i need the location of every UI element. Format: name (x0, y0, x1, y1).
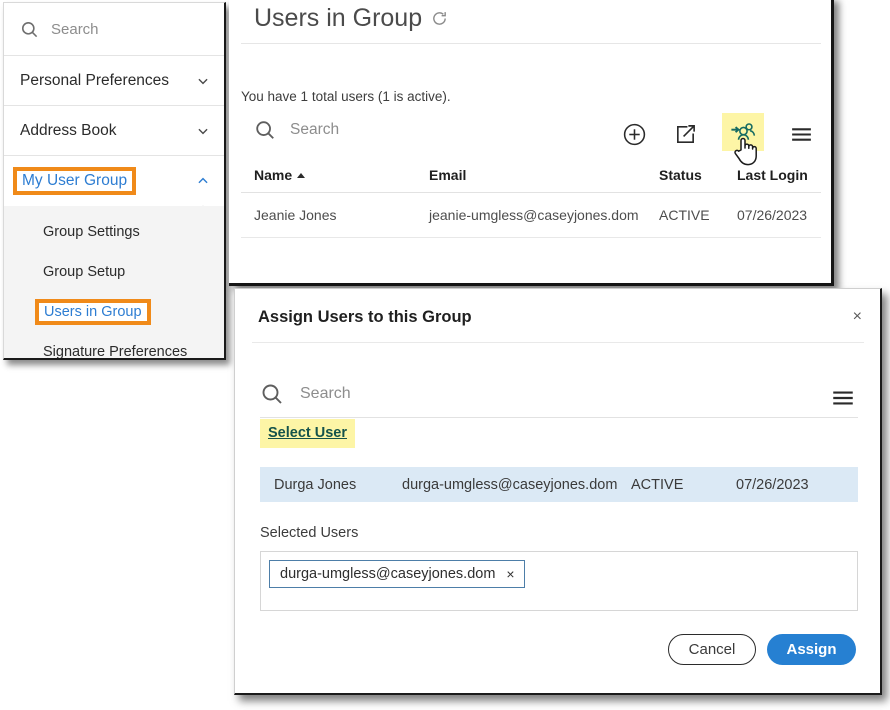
chip-label: durga-umgless@caseyjones.dom (280, 566, 496, 582)
dialog-title-divider (252, 342, 864, 343)
sidebar-search-placeholder: Search (51, 20, 99, 38)
users-count-summary: You have 1 total users (1 is active). (241, 89, 451, 104)
refresh-icon[interactable] (431, 10, 448, 27)
cell-last-login: 07/26/2023 (737, 192, 821, 238)
table-menu-button[interactable] (787, 120, 815, 148)
sidebar-subnav: Group Settings Group Setup Users in Grou… (4, 206, 224, 360)
table-search[interactable]: Search (254, 119, 339, 141)
sidebar-item-group-setup[interactable]: Group Setup (4, 252, 224, 292)
cell-email: jeanie-umgless@caseyjones.dom (429, 192, 659, 238)
dialog-search-divider (260, 417, 858, 418)
sidebar-search[interactable]: Search (4, 3, 224, 56)
sidebar-subitem-label: Group Settings (43, 224, 140, 240)
search-icon (256, 121, 274, 139)
table-search-placeholder: Search (290, 121, 340, 138)
page-title: Users in Group (254, 4, 448, 33)
cancel-button[interactable]: Cancel (668, 634, 756, 665)
cell-email: durga-umgless@caseyjones.dom (402, 476, 618, 493)
select-user-link[interactable]: Select User (260, 419, 355, 448)
sort-ascending-icon (297, 173, 306, 178)
chevron-down-icon (198, 128, 208, 134)
chevron-up-icon (198, 177, 208, 184)
dialog-search[interactable]: Search (260, 382, 351, 406)
sidebar-item-label: Personal Preferences (20, 71, 170, 89)
selected-user-chip[interactable]: durga-umgless@caseyjones.dom × (269, 560, 525, 588)
highlight-box-users-in-group: Users in Group (35, 298, 151, 326)
cell-name: Jeanie Jones (241, 192, 429, 238)
cell-last-login: 07/26/2023 (736, 476, 809, 493)
sidebar-item-signature-preferences[interactable]: Signature Preferences (4, 332, 224, 360)
sidebar-item-users-in-group[interactable]: Users in Group (4, 292, 224, 332)
assign-users-button[interactable] (722, 113, 764, 166)
dialog-search-placeholder: Search (300, 385, 351, 402)
close-icon[interactable]: × (853, 309, 862, 325)
selected-users-label: Selected Users (260, 525, 359, 541)
users-table: Name Email Status Last Login Jeanie Jone… (241, 158, 821, 238)
column-header-name[interactable]: Name (241, 158, 429, 193)
sidebar-item-address-book[interactable]: Address Book (4, 106, 224, 156)
export-icon (676, 124, 695, 143)
chevron-down-icon (198, 78, 208, 84)
column-header-last-login[interactable]: Last Login (737, 158, 821, 193)
dialog-result-row[interactable]: Durga Jones durga-umgless@caseyjones.dom… (260, 467, 858, 502)
add-icon (623, 123, 645, 145)
cell-status: ACTIVE (631, 476, 684, 493)
sidebar-item-label: Address Book (20, 121, 117, 139)
subnav-caret-icon (190, 205, 216, 216)
dialog-menu-button[interactable] (830, 385, 856, 416)
sidebar-subitem-label: Group Setup (43, 264, 126, 280)
dialog-footer: Cancel Assign (668, 634, 856, 665)
table-toolbar (620, 113, 815, 166)
assign-button[interactable]: Assign (767, 634, 856, 665)
sidebar-item-personal-preferences[interactable]: Personal Preferences (4, 56, 224, 106)
sidebar-subitem-label: Users in Group (44, 303, 142, 320)
search-icon (262, 384, 282, 404)
sidebar-subitem-label: Signature Preferences (43, 344, 188, 360)
sidebar-item-label: My User Group (22, 171, 128, 189)
menu-icon (791, 127, 811, 141)
sidebar-item-my-user-group[interactable]: My User Group (4, 156, 224, 216)
add-user-button[interactable] (620, 120, 648, 148)
column-header-email[interactable]: Email (429, 158, 659, 193)
sidebar-item-group-settings[interactable]: Group Settings (4, 212, 224, 252)
table-row[interactable]: Jeanie Jones jeanie-umgless@caseyjones.d… (241, 192, 821, 238)
assign-users-icon (731, 123, 756, 140)
dialog-title: Assign Users to this Group (258, 308, 472, 326)
highlight-box-my-user-group: My User Group (13, 166, 137, 196)
title-divider (241, 43, 821, 44)
select-user-label: Select User (268, 425, 347, 441)
chip-remove-icon[interactable]: × (506, 566, 514, 582)
column-header-status[interactable]: Status (659, 158, 737, 193)
table-header-row: Name Email Status Last Login (241, 158, 821, 193)
cell-status: ACTIVE (659, 192, 737, 238)
cell-name: Durga Jones (274, 476, 357, 493)
settings-sidebar: Search Personal Preferences Address Book… (3, 2, 226, 360)
search-icon (21, 21, 38, 37)
page-title-text: Users in Group (254, 4, 423, 32)
assign-users-dialog: Assign Users to this Group × Search Sele… (234, 288, 882, 695)
export-button[interactable] (671, 120, 699, 148)
menu-icon (833, 391, 853, 405)
selected-users-field[interactable]: durga-umgless@caseyjones.dom × (260, 551, 858, 611)
users-in-group-panel: Users in Group You have 1 total users (1… (229, 0, 834, 286)
